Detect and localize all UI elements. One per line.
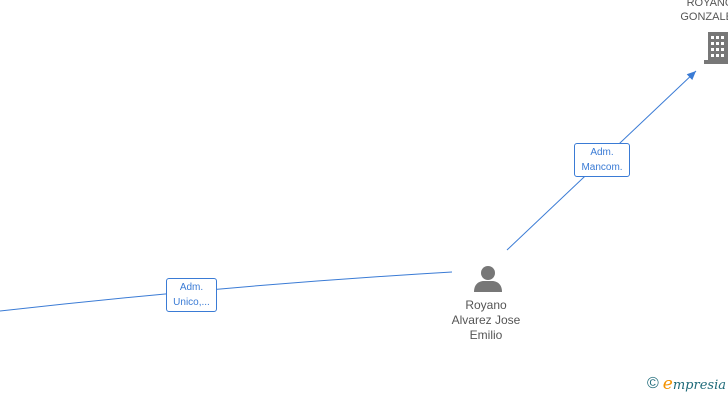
company-node-label[interactable]: ROYANO GONZALEZ [670, 0, 728, 24]
relationship-graph [0, 32, 728, 312]
edge-label-left[interactable]: Adm. Unico,... [166, 278, 217, 312]
edge-label-right[interactable]: Adm. Mancom. [574, 143, 630, 177]
person-icon[interactable] [474, 266, 502, 292]
brand-name: empresia [662, 374, 726, 394]
empresia-logo: © empresia [647, 374, 726, 394]
edge-left-line [0, 271, 453, 312]
person-node-label[interactable]: Royano Alvarez Jose Emilio [436, 298, 536, 343]
building-icon[interactable] [704, 32, 728, 64]
copyright-icon: © [647, 375, 659, 392]
